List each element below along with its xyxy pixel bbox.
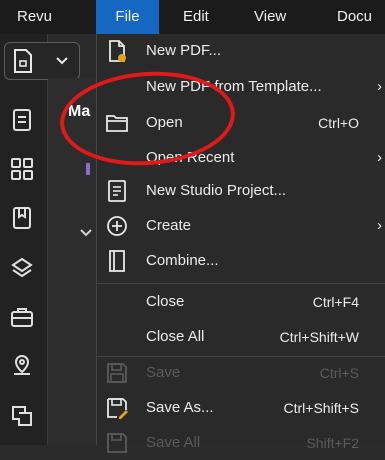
- combine-icon: [109, 250, 125, 272]
- left-toolbar: [0, 34, 48, 445]
- menu-item-save-all: Save All Shift+F2: [97, 426, 385, 460]
- submenu-arrow-icon: ›: [377, 217, 382, 234]
- menu-item-shortcut: Shift+F2: [306, 435, 359, 451]
- save-icon: [107, 363, 127, 383]
- document-icon: [14, 49, 32, 73]
- menu-view[interactable]: View: [254, 0, 304, 34]
- save-all-icon: [107, 433, 127, 453]
- properties-icon[interactable]: [10, 108, 34, 132]
- menu-item-close-all[interactable]: Close All Ctrl+Shift+W: [97, 320, 385, 354]
- menu-item-label: Create: [146, 217, 192, 234]
- menu-item-save-as[interactable]: Save As... Ctrl+Shift+S: [97, 391, 385, 425]
- menu-item-label: Save As...: [146, 399, 214, 416]
- menu-item-shortcut: Ctrl+S: [319, 365, 359, 381]
- chevron-down-icon[interactable]: [80, 228, 92, 238]
- chevron-down-icon: [56, 57, 68, 65]
- menu-item-new-studio-project[interactable]: New Studio Project...: [97, 174, 385, 208]
- studio-project-icon: [108, 180, 126, 202]
- menu-item-label: New Studio Project...: [146, 182, 287, 199]
- thumbnails-icon[interactable]: [10, 157, 34, 181]
- measurements-icon[interactable]: [10, 404, 34, 428]
- menu-separator: [97, 283, 385, 284]
- menu-edit[interactable]: Edit: [183, 0, 223, 34]
- menu-item-close[interactable]: Close Ctrl+F4: [97, 285, 385, 319]
- menu-item-shortcut: Ctrl+Shift+W: [279, 329, 359, 345]
- menu-item-combine[interactable]: Combine...: [97, 244, 385, 278]
- menu-item-label: Close: [146, 293, 185, 310]
- menu-item-label: Combine...: [146, 252, 219, 269]
- document-selector[interactable]: [4, 42, 80, 80]
- submenu-arrow-icon: ›: [377, 149, 382, 166]
- menu-item-save: Save Ctrl+S: [97, 356, 385, 390]
- menu-item-label: New PDF...: [146, 42, 222, 59]
- menu-bar: Revu File Edit View Docu: [0, 0, 385, 34]
- menu-item-label: Save: [146, 364, 181, 381]
- panel-color-tag: [86, 163, 90, 175]
- menu-item-shortcut: Ctrl+F4: [312, 294, 359, 310]
- submenu-arrow-icon: ›: [377, 78, 382, 95]
- menu-item-shortcut: Ctrl+O: [318, 115, 359, 131]
- save-as-icon: [107, 398, 128, 419]
- menu-item-new-pdf[interactable]: New PDF...: [97, 34, 385, 68]
- menu-item-label: Save All: [146, 434, 201, 451]
- bookmarks-icon[interactable]: [10, 206, 34, 230]
- menu-revu[interactable]: Revu: [17, 0, 67, 34]
- menu-item-create[interactable]: Create ›: [97, 209, 385, 243]
- plus-circle-icon: [107, 216, 127, 236]
- location-icon[interactable]: [10, 354, 34, 378]
- toolchest-icon[interactable]: [10, 305, 34, 329]
- menu-file[interactable]: File: [96, 0, 159, 34]
- new-pdf-icon: [109, 40, 126, 62]
- menu-document[interactable]: Docu: [337, 0, 385, 34]
- menu-item-label: Close All: [146, 328, 205, 345]
- menu-item-shortcut: Ctrl+Shift+S: [283, 400, 359, 416]
- layers-icon[interactable]: [10, 256, 34, 280]
